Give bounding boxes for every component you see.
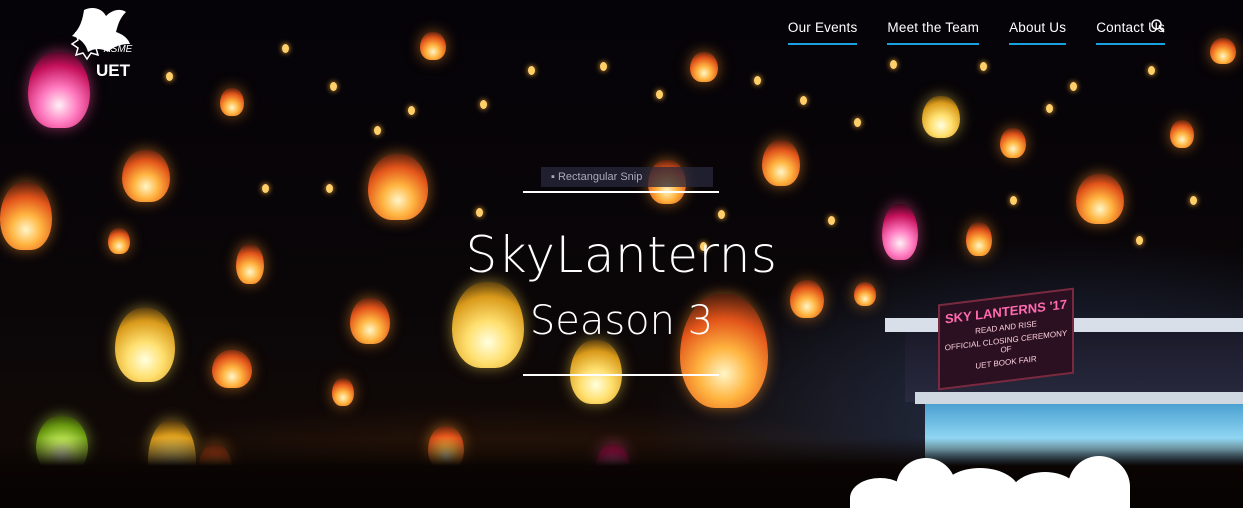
lantern-dot bbox=[1046, 104, 1053, 113]
lantern-dot bbox=[718, 210, 725, 219]
lantern-dot bbox=[800, 96, 807, 105]
main-nav: Our Events Meet the Team About Us Contac… bbox=[787, 20, 1165, 45]
lantern-dot bbox=[890, 60, 897, 69]
title-rule-top bbox=[523, 191, 719, 193]
lantern-dot bbox=[408, 106, 415, 115]
lantern bbox=[368, 154, 428, 220]
lantern-dot bbox=[828, 216, 835, 225]
lantern-dot bbox=[1190, 196, 1197, 205]
lantern-dot bbox=[262, 184, 269, 193]
lantern-dot bbox=[282, 44, 289, 53]
title-rule-bottom bbox=[523, 374, 719, 376]
lantern-dot bbox=[656, 90, 663, 99]
lantern-dot bbox=[476, 208, 483, 217]
lantern-dot bbox=[1010, 196, 1017, 205]
lantern-dot bbox=[330, 82, 337, 91]
hero-section: SKY LANTERNS '17 READ AND RISE OFFICIAL … bbox=[0, 0, 1243, 508]
lantern-dot bbox=[600, 62, 607, 71]
lantern bbox=[1076, 174, 1124, 224]
lantern-dot bbox=[374, 126, 381, 135]
nav-our-events[interactable]: Our Events bbox=[787, 20, 858, 45]
lantern-dot bbox=[1070, 82, 1077, 91]
lantern bbox=[1210, 38, 1236, 64]
lantern bbox=[420, 32, 446, 60]
nav-meet-the-team[interactable]: Meet the Team bbox=[887, 20, 980, 45]
logo-asme-text: ASME bbox=[104, 44, 133, 55]
lantern-dot bbox=[854, 118, 861, 127]
lantern bbox=[922, 96, 960, 138]
lantern bbox=[1170, 120, 1194, 148]
snip-chip: ▪ Rectangular Snip bbox=[541, 167, 713, 187]
lantern bbox=[570, 340, 622, 404]
lantern-dot bbox=[754, 76, 761, 85]
lantern bbox=[220, 88, 244, 116]
lantern-dot bbox=[980, 62, 987, 71]
search-icon[interactable] bbox=[1150, 18, 1166, 34]
lantern-dot bbox=[1148, 66, 1155, 75]
lantern bbox=[690, 52, 718, 82]
lantern-dot bbox=[326, 184, 333, 193]
lantern bbox=[1000, 128, 1026, 158]
logo-uet-text: UET bbox=[96, 61, 130, 80]
lantern-dot bbox=[528, 66, 535, 75]
lantern-dot bbox=[166, 72, 173, 81]
lantern bbox=[212, 350, 252, 388]
lantern bbox=[122, 150, 170, 202]
hero-title: SkyLanterns bbox=[465, 226, 778, 284]
lantern bbox=[332, 378, 354, 406]
lantern bbox=[762, 140, 800, 186]
lantern-dot bbox=[480, 100, 487, 109]
nav-about-us[interactable]: About Us bbox=[1009, 20, 1067, 45]
hero-subtitle: Season 3 bbox=[529, 298, 714, 344]
